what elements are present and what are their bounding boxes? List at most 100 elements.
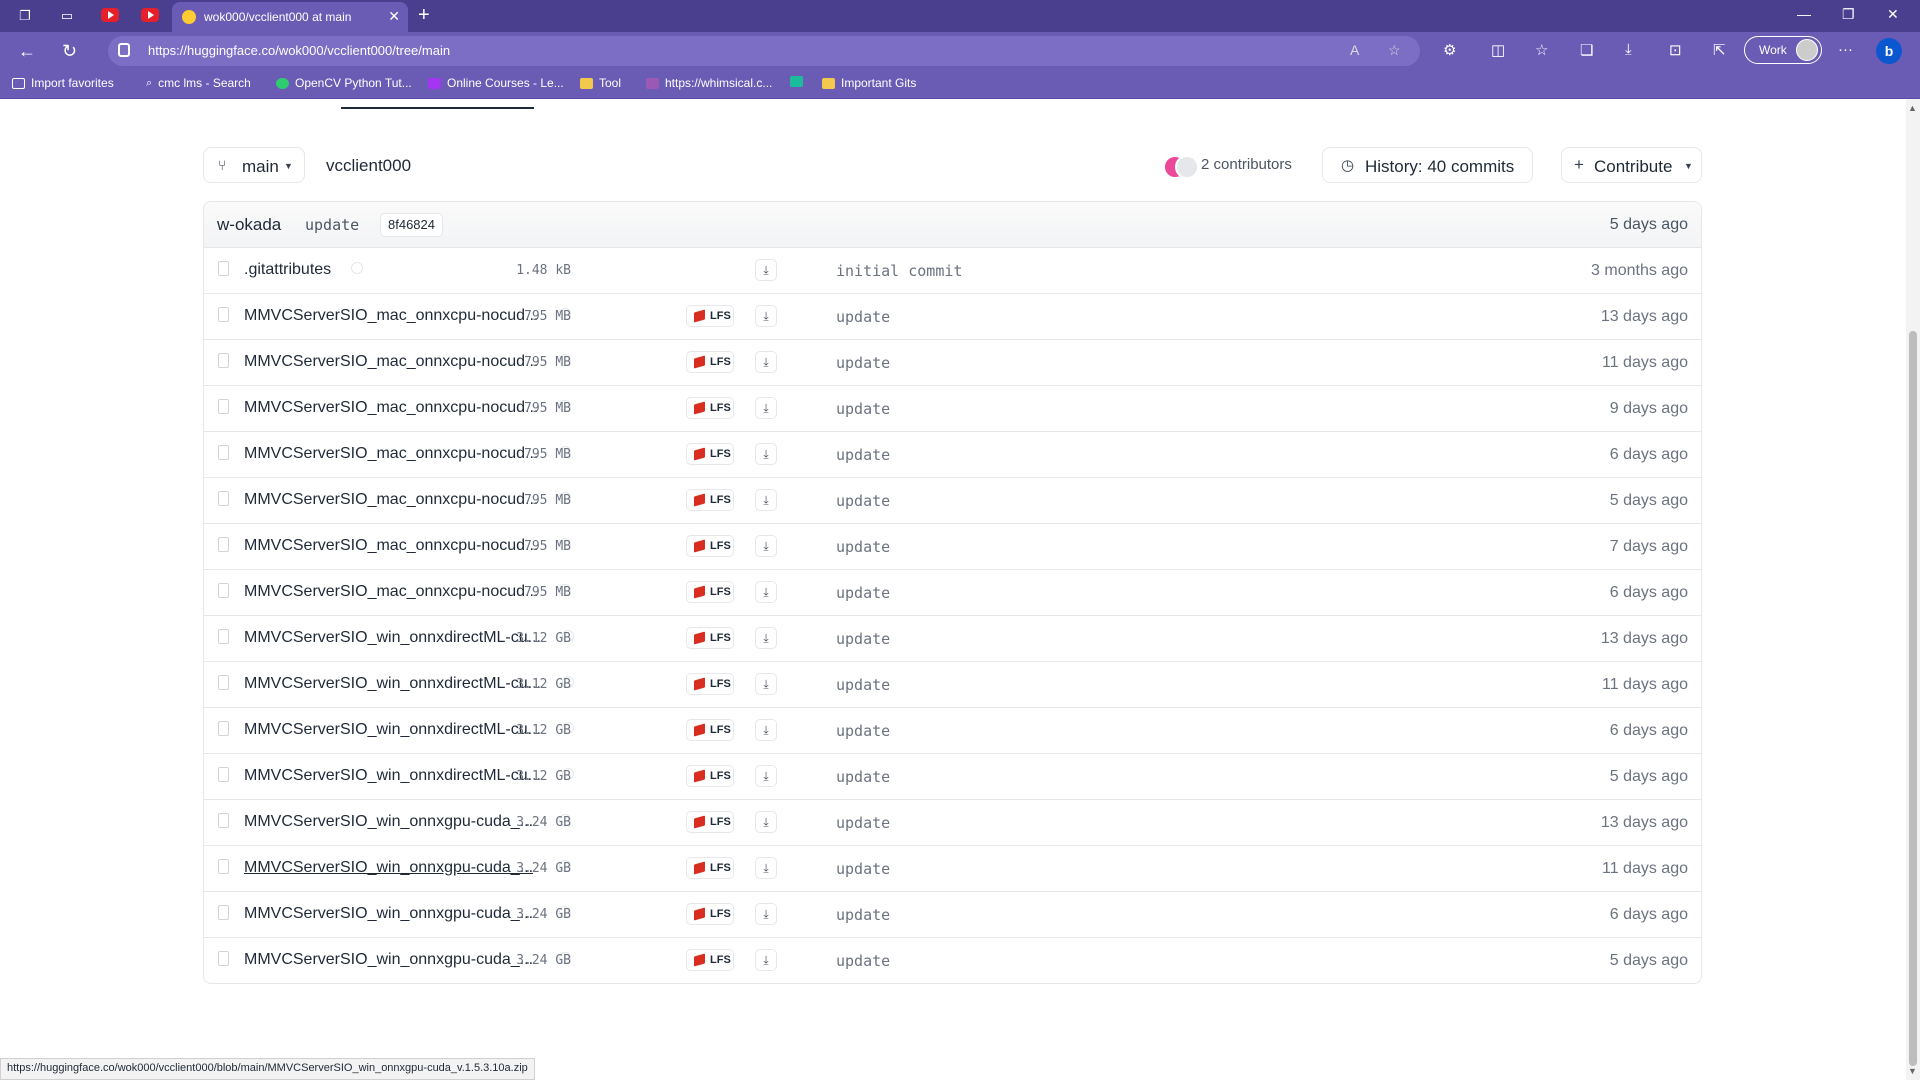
address-bar[interactable]: https://huggingface.co/wok000/vcclient00… [108, 36, 1420, 66]
downloads-icon[interactable]: ⤓ [1625, 41, 1632, 58]
safety-check-icon[interactable] [351, 262, 363, 274]
scroll-down-icon[interactable]: ▼ [1908, 1066, 1917, 1076]
minimize-icon[interactable]: — [1797, 6, 1811, 22]
file-commit-message[interactable]: update [836, 676, 890, 694]
file-commit-message[interactable]: update [836, 446, 890, 464]
file-commit-message[interactable]: update [836, 952, 890, 970]
file-commit-message[interactable]: initial commit [836, 262, 962, 280]
contributors-link[interactable]: 2 contributors [1201, 156, 1292, 173]
contribute-button[interactable]: + Contribute ▼ [1561, 147, 1702, 183]
profile-button[interactable]: Work [1744, 36, 1822, 64]
bookmark-cmc-search[interactable]: ⌕ cmc lms - Search [146, 76, 251, 90]
address-url[interactable]: https://huggingface.co/wok000/vcclient00… [148, 43, 450, 58]
scrollbar[interactable]: ▲ ▼ [1906, 99, 1920, 1080]
download-icon[interactable]: ⤓ [755, 673, 777, 695]
commit-message[interactable]: update [305, 216, 359, 234]
bookmark-import-favorites[interactable]: Import favorites [12, 76, 114, 90]
chevron-down-icon: ▼ [1684, 161, 1693, 171]
download-icon[interactable]: ⤓ [755, 489, 777, 511]
scrollbar-thumb[interactable] [1909, 331, 1917, 1066]
file-name-link[interactable]: .gitattributes [244, 261, 331, 279]
file-commit-message[interactable]: update [836, 584, 890, 602]
download-icon[interactable]: ⤓ [755, 627, 777, 649]
download-icon[interactable]: ⤓ [755, 581, 777, 603]
file-name-link[interactable]: MMVCServerSIO_win_onnxgpu-cuda_... [244, 951, 533, 969]
file-name-link[interactable]: MMVCServerSIO_win_onnxdirectML-cu... [244, 629, 541, 647]
history-button[interactable]: ◷ History: 40 commits [1322, 147, 1533, 183]
chevron-down-icon: ▼ [284, 161, 293, 171]
youtube-tab-icon[interactable] [101, 8, 119, 22]
download-icon[interactable]: ⤓ [755, 535, 777, 557]
download-icon[interactable]: ⤓ [755, 765, 777, 787]
file-commit-message[interactable]: update [836, 538, 890, 556]
back-icon[interactable]: ← [18, 41, 36, 62]
extensions-icon[interactable]: ⚙ [1443, 41, 1456, 59]
file-commit-message[interactable]: update [836, 722, 890, 740]
download-icon[interactable]: ⤓ [755, 949, 777, 971]
file-commit-message[interactable]: update [836, 400, 890, 418]
file-name-link[interactable]: MMVCServerSIO_win_onnxgpu-cuda_... [244, 813, 533, 831]
more-menu-icon[interactable]: ··· [1838, 41, 1853, 58]
table-row: MMVCServerSIO_win_onnxdirectML-cu... 3.12… [204, 754, 1701, 800]
file-commit-message[interactable]: update [836, 906, 890, 924]
file-icon [218, 629, 229, 644]
file-name-link[interactable]: MMVCServerSIO_mac_onnxcpu-nocud... [244, 353, 538, 371]
new-tab-icon[interactable]: + [418, 4, 430, 27]
close-tab-icon[interactable]: ✕ [388, 8, 400, 25]
tab-active[interactable]: wok000/vcclient000 at main ✕ [172, 2, 408, 32]
file-commit-message[interactable]: update [836, 630, 890, 648]
file-size: 795 MB [524, 493, 571, 508]
restore-icon[interactable]: ❐ [1842, 6, 1855, 23]
file-commit-message[interactable]: update [836, 492, 890, 510]
collections-icon[interactable]: ❏ [1580, 41, 1593, 59]
file-name-link[interactable]: MMVCServerSIO_win_onnxgpu-cuda_... [244, 905, 533, 923]
download-icon[interactable]: ⤓ [755, 857, 777, 879]
bookmark-online-courses[interactable]: Online Courses - Le... [428, 76, 564, 90]
bookmark-folder-tool[interactable]: Tool [580, 76, 621, 90]
share-icon[interactable]: ⇱ [1713, 41, 1726, 59]
youtube-tab-icon[interactable] [141, 8, 159, 22]
file-commit-message[interactable]: update [836, 354, 890, 372]
bookmark-whimsical[interactable]: https://whimsical.c... [646, 76, 772, 90]
bookmark-opencv[interactable]: OpenCV Python Tut... [276, 76, 412, 90]
file-name-link[interactable]: MMVCServerSIO_mac_onnxcpu-nocud... [244, 307, 538, 325]
file-name-link[interactable]: MMVCServerSIO_mac_onnxcpu-nocud... [244, 583, 538, 601]
bookmark-app[interactable] [790, 76, 803, 87]
download-icon[interactable]: ⤓ [755, 305, 777, 327]
tab-title: wok000/vcclient000 at main [204, 10, 352, 24]
file-name-link[interactable]: MMVCServerSIO_mac_onnxcpu-nocud... [244, 399, 538, 417]
tab-actions-icon[interactable]: ▭ [58, 7, 76, 25]
screenshot-icon[interactable]: ⊡ [1669, 41, 1682, 59]
file-name-link[interactable]: MMVCServerSIO_win_onnxdirectML-cu... [244, 675, 541, 693]
commit-author[interactable]: w-okada [217, 215, 281, 235]
file-name-link[interactable]: MMVCServerSIO_mac_onnxcpu-nocud... [244, 537, 538, 555]
file-commit-message[interactable]: update [836, 308, 890, 326]
close-window-icon[interactable]: ✕ [1887, 6, 1899, 23]
workspaces-icon[interactable]: ❐ [16, 7, 34, 25]
favorites-icon[interactable]: ☆ [1535, 41, 1548, 59]
download-icon[interactable]: ⤓ [755, 719, 777, 741]
download-icon[interactable]: ⤓ [755, 443, 777, 465]
download-icon[interactable]: ⤓ [755, 903, 777, 925]
bookmark-folder-important-gits[interactable]: Important Gits [822, 76, 916, 90]
file-name-link[interactable]: MMVCServerSIO_win_onnxdirectML-cu... [244, 767, 541, 785]
file-commit-message[interactable]: update [836, 814, 890, 832]
refresh-icon[interactable]: ↻ [62, 41, 77, 62]
download-icon[interactable]: ⤓ [755, 351, 777, 373]
favorite-star-icon[interactable]: ☆ [1388, 42, 1401, 59]
file-name-link[interactable]: MMVCServerSIO_win_onnxgpu-cuda_... [244, 859, 533, 877]
file-name-link[interactable]: MMVCServerSIO_mac_onnxcpu-nocud... [244, 445, 538, 463]
download-icon[interactable]: ⤓ [755, 259, 777, 281]
download-icon[interactable]: ⤓ [755, 397, 777, 419]
split-screen-icon[interactable]: ◫ [1491, 41, 1505, 59]
read-aloud-icon[interactable]: A [1350, 42, 1359, 58]
scroll-up-icon[interactable]: ▲ [1908, 103, 1917, 113]
commit-sha[interactable]: 8f46824 [380, 213, 443, 237]
file-commit-message[interactable]: update [836, 860, 890, 878]
file-commit-message[interactable]: update [836, 768, 890, 786]
file-name-link[interactable]: MMVCServerSIO_win_onnxdirectML-cu... [244, 721, 541, 739]
copilot-icon[interactable]: b [1876, 38, 1902, 64]
branch-selector[interactable]: ⑂ main ▼ [203, 147, 305, 183]
download-icon[interactable]: ⤓ [755, 811, 777, 833]
file-name-link[interactable]: MMVCServerSIO_mac_onnxcpu-nocud... [244, 491, 538, 509]
